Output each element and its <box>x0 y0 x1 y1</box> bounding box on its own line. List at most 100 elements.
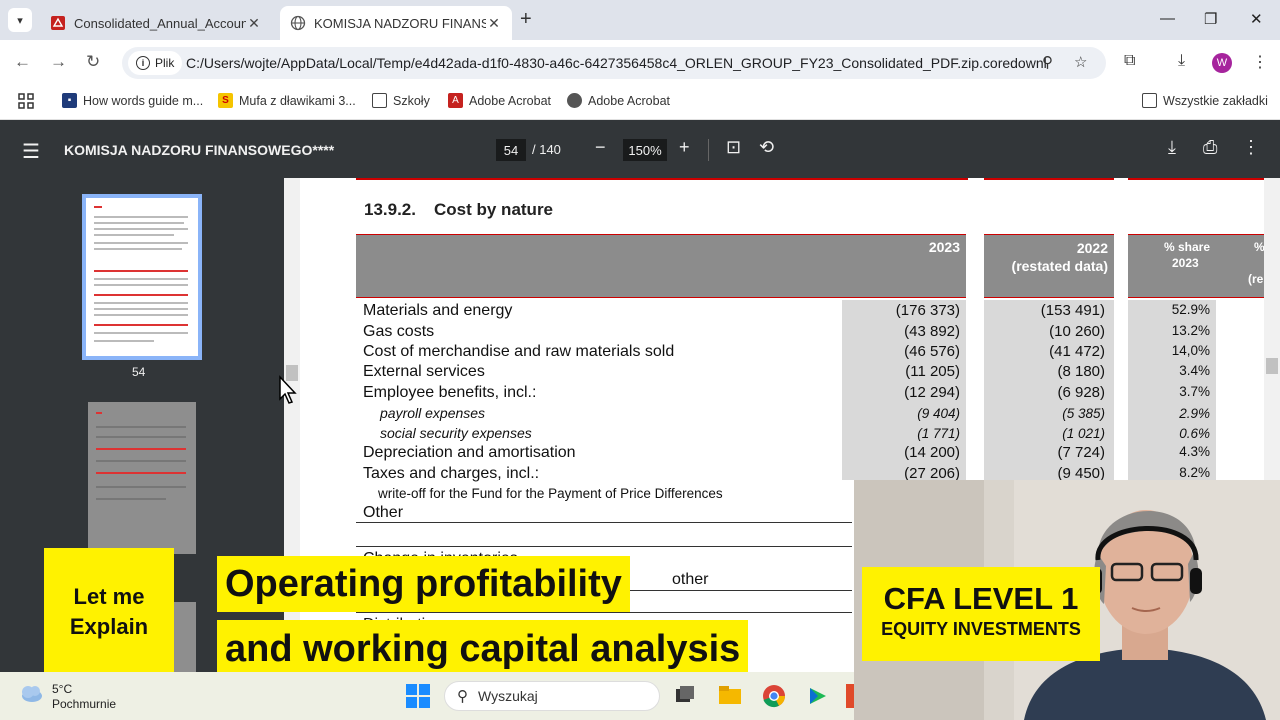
tab-komisja[interactable]: KOMISJA NADZORU FINANSOW ✕ <box>280 6 512 40</box>
fit-page-icon[interactable]: ⊡ <box>726 137 741 158</box>
page-number-input[interactable]: 54 <box>496 139 526 161</box>
close-icon[interactable]: ✕ <box>486 15 502 32</box>
row-label: Cost of merchandise and raw materials so… <box>363 343 675 360</box>
apps-grid-icon[interactable] <box>18 93 34 109</box>
cell-v2023: (46 576) <box>904 343 960 360</box>
cell-share: 8.2% <box>1179 465 1210 480</box>
window-close-button[interactable]: ✕ <box>1250 10 1263 28</box>
start-button[interactable] <box>406 684 430 708</box>
file-explorer-icon[interactable] <box>718 684 742 708</box>
tab-title: Consolidated_Annual_Accounts <box>74 15 246 31</box>
zoom-search-icon[interactable]: ⚲ <box>1042 53 1053 71</box>
cell-share: 14,0% <box>1171 343 1210 358</box>
cfa-level-badge: CFA LEVEL 1 EQUITY INVESTMENTS <box>862 567 1100 661</box>
new-tab-button[interactable]: + <box>520 8 532 31</box>
url-text[interactable]: C:/Users/wojte/AppData/Local/Temp/e4d42a… <box>186 55 1046 71</box>
cell-v2023: (9 404) <box>917 406 960 421</box>
thumbnail-page-label: 54 <box>132 365 146 379</box>
close-icon[interactable]: ✕ <box>246 15 262 32</box>
partial-row-label: other <box>672 571 709 588</box>
bookmark-label: Adobe Acrobat <box>588 93 671 108</box>
search-placeholder: Wyszukaj <box>478 688 538 704</box>
task-view-icon[interactable] <box>674 684 698 708</box>
zoom-in-button[interactable]: + <box>679 137 690 158</box>
tab-consolidated-accounts[interactable]: Consolidated_Annual_Accounts ✕ <box>40 6 272 40</box>
tab-strip: ▾ Consolidated_Annual_Accounts ✕ KOMISJA… <box>0 0 1280 40</box>
taskbar-search[interactable]: ⚲ Wyszukaj <box>444 681 660 711</box>
row-label: write-off for the Fund for the Payment o… <box>378 486 723 501</box>
print-icon[interactable]: ⎙ <box>1203 137 1217 158</box>
cell-share: 3.7% <box>1179 384 1210 399</box>
folder-icon <box>372 93 387 108</box>
row-label: Gas costs <box>363 323 435 340</box>
cell-v2023: (12 294) <box>904 384 960 401</box>
download-icon[interactable]: ⤓ <box>1178 52 1185 70</box>
cell-v2023: (14 200) <box>904 444 960 461</box>
download-icon[interactable]: ⤓ <box>1168 137 1176 158</box>
site-chip-label: Plik <box>155 56 175 70</box>
more-menu-icon[interactable]: ⋮ <box>1252 52 1268 72</box>
weather-condition: Pochmurnie <box>52 697 117 711</box>
bookmark-item[interactable]: S Mufa z dławikami 3... <box>218 93 356 108</box>
cell-v2022: (10 260) <box>1049 323 1105 340</box>
bookmark-label: Adobe Acrobat <box>469 93 552 108</box>
cfa-subtitle: EQUITY INVESTMENTS <box>881 619 1081 639</box>
acrobat-icon: A <box>448 93 463 108</box>
site-info-chip[interactable]: i Plik <box>128 51 183 75</box>
cell-share: 0.6% <box>1179 426 1210 441</box>
cell-share: 52.9% <box>1171 302 1210 317</box>
forward-button[interactable]: → <box>50 52 67 72</box>
row-label: Materials and energy <box>363 302 513 319</box>
cell-v2022: (6 928) <box>1057 384 1105 401</box>
bookmark-label: Szkoły <box>393 93 430 108</box>
extensions-icon[interactable]: ⧉ <box>1124 52 1135 70</box>
cell-share: 4.3% <box>1179 444 1210 459</box>
address-bar[interactable]: i Plik C:/Users/wojte/AppData/Local/Temp/… <box>122 47 1106 79</box>
search-icon: ⚲ <box>457 688 468 705</box>
bookmark-folder[interactable]: Szkoły <box>372 93 430 108</box>
row-label: social security expenses <box>380 425 532 441</box>
globe-icon <box>567 93 582 108</box>
bookmark-item[interactable]: A Adobe Acrobat <box>448 93 551 108</box>
tab-search-button[interactable]: ▾ <box>8 8 32 32</box>
zoom-out-button[interactable]: − <box>595 137 606 158</box>
minimize-button[interactable]: — <box>1160 10 1175 27</box>
headline-line-2: and working capital analysis <box>217 620 749 678</box>
bookmark-item[interactable]: Adobe Acrobat <box>567 93 670 108</box>
chrome-icon[interactable] <box>762 684 786 708</box>
toolbar-divider <box>708 139 709 161</box>
more-options-icon[interactable]: ⋮ <box>1242 137 1260 158</box>
app-icon[interactable] <box>846 684 854 708</box>
all-bookmarks-folder[interactable]: Wszystkie zakładki <box>1142 93 1268 108</box>
profile-avatar[interactable]: W <box>1212 53 1232 73</box>
cell-v2023: (1 771) <box>917 426 960 441</box>
rotate-icon[interactable]: ⟲ <box>759 137 774 158</box>
cell-share: 13.2% <box>1171 323 1210 338</box>
hamburger-menu-icon[interactable]: ☰ <box>22 139 40 164</box>
page-thumbnail[interactable] <box>88 402 196 554</box>
row-label: Depreciation and amortisation <box>363 444 576 461</box>
page-thumbnail-selected[interactable] <box>82 194 202 360</box>
header-2022: 2022 (restated data) <box>984 234 1114 298</box>
cfa-title: CFA LEVEL 1 <box>883 581 1079 616</box>
section-heading: 13.9.2. Cost by nature <box>364 200 554 219</box>
restore-button[interactable]: ❐ <box>1204 10 1217 28</box>
app-icon[interactable] <box>806 684 830 708</box>
tab-title: KOMISJA NADZORU FINANSOW <box>314 15 486 31</box>
cell-share: 2.9% <box>1179 406 1210 421</box>
back-button[interactable]: ← <box>14 52 31 72</box>
cell-v2023: (43 892) <box>904 323 960 340</box>
page-total: / 140 <box>532 142 561 157</box>
bookmark-star-icon[interactable]: ☆ <box>1074 53 1087 71</box>
globe-icon <box>290 15 306 31</box>
pdf-toolbar: ☰ KOMISJA NADZORU FINANSOWEGO**** 54 / 1… <box>0 121 1280 178</box>
bookmark-item[interactable]: ▪ How words guide m... <box>62 93 203 108</box>
bookmarks-bar: ▪ How words guide m... S Mufa z dławikami … <box>0 86 1280 120</box>
bookmark-favicon-icon: ▪ <box>62 93 77 108</box>
zoom-input[interactable]: 150% <box>623 139 667 161</box>
bookmark-label: Mufa z dławikami 3... <box>239 93 356 108</box>
mouse-cursor-icon <box>279 375 297 404</box>
reload-button[interactable]: ↻ <box>86 52 100 72</box>
weather-widget[interactable]: 5°C Pochmurnie <box>18 682 116 712</box>
temperature: 5°C <box>52 682 73 696</box>
